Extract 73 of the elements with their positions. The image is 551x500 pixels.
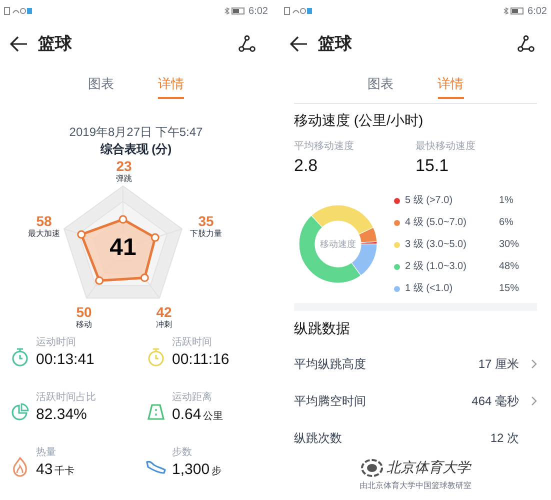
stat-value: 82.34% bbox=[36, 405, 87, 425]
status-time: 6:02 bbox=[248, 4, 268, 18]
flame-icon bbox=[12, 457, 28, 477]
tab[interactable]: 图表 bbox=[88, 74, 114, 98]
axis-label: 下肢力量 bbox=[190, 229, 222, 239]
legend-label: 2 级 (1.0~3.0) bbox=[405, 260, 468, 274]
axis-score: 35 bbox=[198, 213, 214, 229]
tab[interactable]: 详情 bbox=[438, 74, 464, 98]
stat-value: 00:13:41 bbox=[36, 350, 94, 370]
axis-score: 50 bbox=[76, 304, 92, 320]
stat-value: 0.64 bbox=[172, 405, 202, 425]
data-row-text: 纵跳次数 12 次 bbox=[294, 430, 520, 446]
axis-label: 最大加速 bbox=[28, 229, 60, 239]
stat-label: 活跃时间 bbox=[172, 336, 213, 350]
data-row[interactable]: 平均纵跳高度 17 厘米 bbox=[294, 345, 537, 382]
stat-label: 步数 bbox=[172, 446, 193, 460]
section-title: 移动速度 (公里/小时) bbox=[294, 110, 424, 130]
stat-unit: 千卡 bbox=[54, 464, 75, 479]
legend-label: 5 级 (>7.0) bbox=[405, 194, 454, 208]
score-title: 综合表现 (分) bbox=[100, 141, 172, 158]
notification-icons bbox=[284, 7, 312, 15]
stat-value: 1,300 bbox=[172, 460, 210, 480]
axis-score: 23 bbox=[116, 158, 132, 174]
university-logo-icon bbox=[360, 459, 382, 477]
share-button[interactable] bbox=[515, 33, 537, 55]
section-title: 纵跳数据 bbox=[294, 318, 351, 338]
university-name: 北京体育大学 bbox=[386, 459, 470, 478]
speed-label: 最快移动速度 bbox=[416, 140, 476, 154]
status-time: 6:02 bbox=[528, 4, 547, 18]
axis-label: 移动 bbox=[76, 320, 92, 330]
stopwatch-icon bbox=[11, 347, 29, 367]
shoe-icon bbox=[145, 459, 167, 475]
stat-label: 运动距离 bbox=[172, 391, 213, 405]
legend-label: 3 级 (3.0~5.0) bbox=[405, 238, 468, 252]
stat-unit: 步 bbox=[212, 464, 222, 479]
notification-icons bbox=[4, 7, 32, 15]
chevron-icon bbox=[531, 358, 537, 368]
stat-value: 43 bbox=[36, 460, 53, 480]
legend-value: 30% bbox=[499, 238, 520, 252]
legend-label: 1 级 (<1.0) bbox=[405, 282, 454, 296]
stat-label: 运动时间 bbox=[36, 336, 77, 350]
page-title: 篮球 bbox=[38, 33, 72, 56]
battery-icon bbox=[502, 7, 525, 15]
legend-label: 4 级 (5.0~7.0) bbox=[405, 216, 468, 230]
legend-value: 1% bbox=[499, 194, 514, 208]
stat-label: 热量 bbox=[36, 446, 57, 460]
chevron-icon bbox=[531, 396, 537, 406]
legend-value: 6% bbox=[499, 216, 514, 230]
stat-unit: 公里 bbox=[203, 410, 224, 424]
overall-score: 41 bbox=[108, 234, 138, 262]
page-title: 篮球 bbox=[318, 33, 352, 56]
axis-score: 58 bbox=[36, 213, 52, 229]
road-icon bbox=[147, 403, 165, 421]
pie-chart-icon bbox=[11, 403, 29, 421]
axis-label: 冲刺 bbox=[156, 320, 172, 330]
data-row[interactable]: 平均腾空时间 464 毫秒 bbox=[294, 382, 537, 419]
speed-value: 2.8 bbox=[294, 155, 319, 177]
donut-center-label: 移动速度 bbox=[319, 238, 357, 251]
stat-label: 活跃时间占比 bbox=[36, 391, 96, 405]
footer-caption: 由北京体育大学中国篮球教研室 bbox=[360, 481, 472, 491]
stat-value: 00:11:16 bbox=[172, 350, 230, 370]
legend-value: 48% bbox=[499, 260, 520, 274]
share-button[interactable] bbox=[236, 33, 258, 55]
session-date: 2019年8月27日 下午5:47 bbox=[69, 124, 203, 140]
stopwatch-icon bbox=[147, 347, 165, 367]
axis-label: 弹跳 bbox=[116, 174, 132, 184]
speed-value: 15.1 bbox=[416, 155, 450, 177]
speed-label: 平均移动速度 bbox=[294, 140, 355, 154]
legend-value: 15% bbox=[499, 282, 520, 296]
tab[interactable]: 图表 bbox=[368, 74, 394, 98]
axis-score: 42 bbox=[156, 304, 172, 320]
tab[interactable]: 详情 bbox=[158, 74, 184, 98]
battery-icon bbox=[224, 7, 246, 15]
